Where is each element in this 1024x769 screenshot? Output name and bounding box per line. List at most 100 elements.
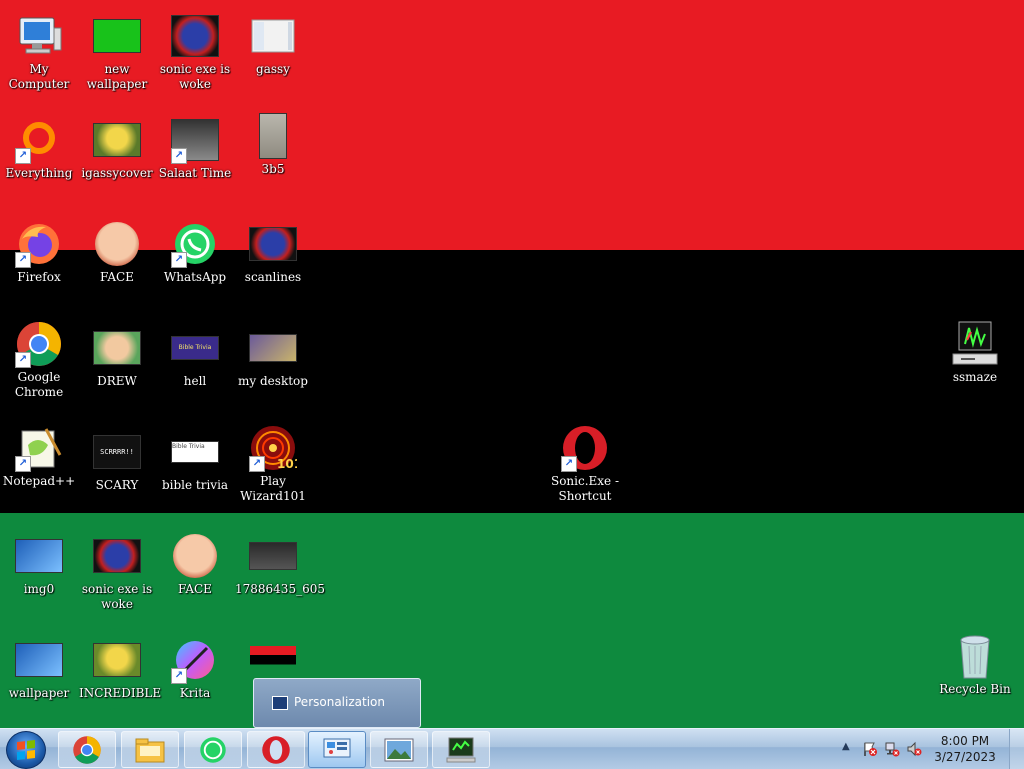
desktop-icon-wallpaper[interactable]: wallpaper bbox=[0, 636, 78, 701]
desktop-icon-gassy[interactable]: gassy bbox=[234, 12, 312, 77]
network-icon[interactable] bbox=[884, 741, 900, 757]
taskbar-item-chrome[interactable] bbox=[58, 731, 116, 768]
desktop-icon-label: My Computer bbox=[8, 62, 70, 91]
desktop-icon-label: sonic exe is woke bbox=[159, 62, 231, 91]
desktop-icon-img0[interactable]: img0 bbox=[0, 532, 78, 597]
image-file-icon bbox=[249, 636, 297, 684]
personalization-icon bbox=[323, 738, 351, 757]
desktop-icon-sonic-exe-is-woke[interactable]: sonic exe is woke bbox=[156, 12, 234, 92]
show-desktop-button[interactable] bbox=[1009, 729, 1024, 769]
desktop-icon-sonic-exe-is-woke-2[interactable]: sonic exe is woke bbox=[78, 532, 156, 612]
image-file-icon bbox=[171, 532, 219, 580]
desktop-icon-firefox[interactable]: ↗ Firefox bbox=[0, 220, 78, 285]
opera-icon: ↗ bbox=[561, 424, 609, 472]
desktop-icon-drew[interactable]: DREW bbox=[78, 324, 156, 389]
image-file-icon bbox=[93, 12, 141, 60]
everything-search-icon: ↗ bbox=[15, 116, 63, 164]
taskbar-item-personalization[interactable] bbox=[308, 731, 366, 768]
desktop-icon-scary[interactable]: SCRRRR!! SCARY bbox=[78, 428, 156, 493]
taskbar-item-file-explorer[interactable] bbox=[121, 731, 179, 768]
desktop-icon-label: hell bbox=[183, 374, 207, 388]
desktop-icon-my-computer[interactable]: My Computer bbox=[0, 12, 78, 92]
desktop-icon-3b5[interactable]: 3b5 bbox=[234, 112, 312, 177]
taskbar-item-whatsapp[interactable] bbox=[184, 731, 242, 768]
desktop-icon-my-desktop[interactable]: my desktop bbox=[234, 324, 312, 389]
desktop-icon-label: sonic exe is woke bbox=[81, 582, 153, 611]
show-hidden-icons-icon[interactable]: ▲ bbox=[842, 741, 850, 752]
shortcut-arrow-icon: ↗ bbox=[249, 456, 265, 472]
image-file-icon: Bible Trivia MB! bbox=[171, 324, 219, 372]
image-file-icon bbox=[93, 532, 141, 580]
desktop-icon-ssmaze[interactable]: ssmaze bbox=[936, 320, 1014, 385]
shortcut-arrow-icon: ↗ bbox=[171, 252, 187, 268]
image-file-icon: Bible Trivia bbox=[171, 428, 219, 476]
desktop-icon-incredible[interactable]: INCREDIBLE bbox=[78, 636, 161, 701]
shortcut-arrow-icon: ↗ bbox=[561, 456, 577, 472]
desktop-icon-bible-trivia[interactable]: Bible Trivia bible trivia bbox=[156, 428, 234, 493]
desktop-icon-whatsapp[interactable]: ↗ WhatsApp bbox=[156, 220, 234, 285]
clock[interactable]: 8:00 PM 3/27/2023 bbox=[930, 733, 1000, 765]
recycle-bin-icon bbox=[951, 632, 999, 680]
desktop-icon-label: Sonic.Exe - Shortcut bbox=[550, 474, 620, 503]
personalization-window-icon bbox=[272, 696, 288, 710]
taskbar-item-opera[interactable] bbox=[247, 731, 305, 768]
image-file-icon bbox=[93, 220, 141, 268]
screensaver-icon bbox=[951, 320, 999, 368]
image-file-icon bbox=[249, 324, 297, 372]
desktop-icon-play-wizard101[interactable]: 101 ↗ Play Wizard101 bbox=[234, 424, 312, 504]
desktop-icon-label: new wallpaper bbox=[86, 62, 148, 91]
desktop-icon-label: 17886435_605 bbox=[235, 582, 325, 596]
document-file-icon bbox=[249, 12, 297, 60]
salaat-time-icon: ↗ bbox=[171, 116, 219, 164]
clock-time: 8:00 PM bbox=[940, 734, 990, 748]
desktop-icon-google-chrome[interactable]: ↗ Google Chrome bbox=[0, 320, 78, 400]
desktop-icon-17886435-605[interactable]: 17886435_605 bbox=[234, 532, 325, 597]
chrome-icon bbox=[73, 735, 101, 764]
desktop-icon-label: Recycle Bin bbox=[939, 682, 1011, 696]
notepad-plus-plus-icon: ↗ bbox=[15, 424, 63, 472]
shortcut-arrow-icon: ↗ bbox=[171, 668, 187, 684]
image-file-icon bbox=[171, 12, 219, 60]
image-file-icon bbox=[15, 636, 63, 684]
desktop-icon-label: SCARY bbox=[95, 478, 139, 492]
shortcut-arrow-icon: ↗ bbox=[15, 148, 31, 164]
desktop-icon-label: Salaat Time bbox=[158, 166, 232, 180]
desktop-icon-label: gassy bbox=[256, 62, 290, 76]
desktop-icon-scanlines[interactable]: scanlines bbox=[234, 220, 312, 285]
whatsapp-icon: ↗ bbox=[171, 220, 219, 268]
chrome-icon: ↗ bbox=[15, 320, 63, 368]
image-file-icon: SCRRRR!! bbox=[93, 428, 141, 476]
shortcut-arrow-icon: ↗ bbox=[171, 148, 187, 164]
desktop-icon-notepad-plus-plus[interactable]: ↗ Notepad++ bbox=[0, 424, 78, 489]
desktop-icon-label: Everything bbox=[5, 166, 73, 180]
taskbar-item-picture-viewer[interactable] bbox=[370, 731, 428, 768]
opera-icon bbox=[262, 735, 290, 764]
desktop-icon-label: DREW bbox=[97, 374, 137, 388]
volume-muted-icon[interactable] bbox=[906, 741, 922, 757]
monitor-app-icon bbox=[446, 737, 476, 762]
desktop-icon-recycle-bin[interactable]: Recycle Bin bbox=[936, 632, 1014, 697]
desktop-icon-krita[interactable]: ↗ Krita bbox=[156, 636, 234, 701]
desktop-icon-everything[interactable]: ↗ Everything bbox=[0, 116, 78, 181]
start-button[interactable] bbox=[6, 731, 46, 769]
picture-viewer-icon bbox=[384, 738, 414, 761]
desktop-icon-salaat-time[interactable]: ↗ Salaat Time bbox=[156, 116, 234, 181]
system-tray: ▲ 8:00 PM 3/27/2023 bbox=[834, 729, 1024, 769]
desktop-icon-face[interactable]: FACE bbox=[78, 220, 156, 285]
desktop-icon-hell[interactable]: Bible Trivia MB! hell bbox=[156, 324, 234, 389]
desktop-icon-label: Krita bbox=[179, 686, 211, 700]
desktop-icon-new-wallpaper[interactable]: new wallpaper bbox=[78, 12, 156, 92]
desktop-icon-label: Notepad++ bbox=[2, 474, 76, 488]
taskbar-item-monitor-app[interactable] bbox=[432, 731, 490, 768]
desktop-icon-igassycover[interactable]: igassycover bbox=[78, 116, 156, 181]
desktop-icon-label: Firefox bbox=[17, 270, 61, 284]
desktop: My Computer ↗ Everything ↗ Firefox ↗ Goo… bbox=[0, 0, 1024, 728]
action-center-flag-icon[interactable] bbox=[862, 741, 878, 757]
taskbar-thumbnail-preview[interactable]: Personalization bbox=[253, 678, 421, 728]
desktop-icon-sonic-exe-shortcut[interactable]: ↗ Sonic.Exe - Shortcut bbox=[546, 424, 624, 504]
image-file-icon bbox=[249, 532, 297, 580]
desktop-icon-face-2[interactable]: FACE bbox=[156, 532, 234, 597]
desktop-icon-label: FACE bbox=[178, 582, 212, 596]
windows-logo-icon bbox=[17, 740, 35, 760]
desktop-icon-label: 3b5 bbox=[261, 162, 285, 176]
